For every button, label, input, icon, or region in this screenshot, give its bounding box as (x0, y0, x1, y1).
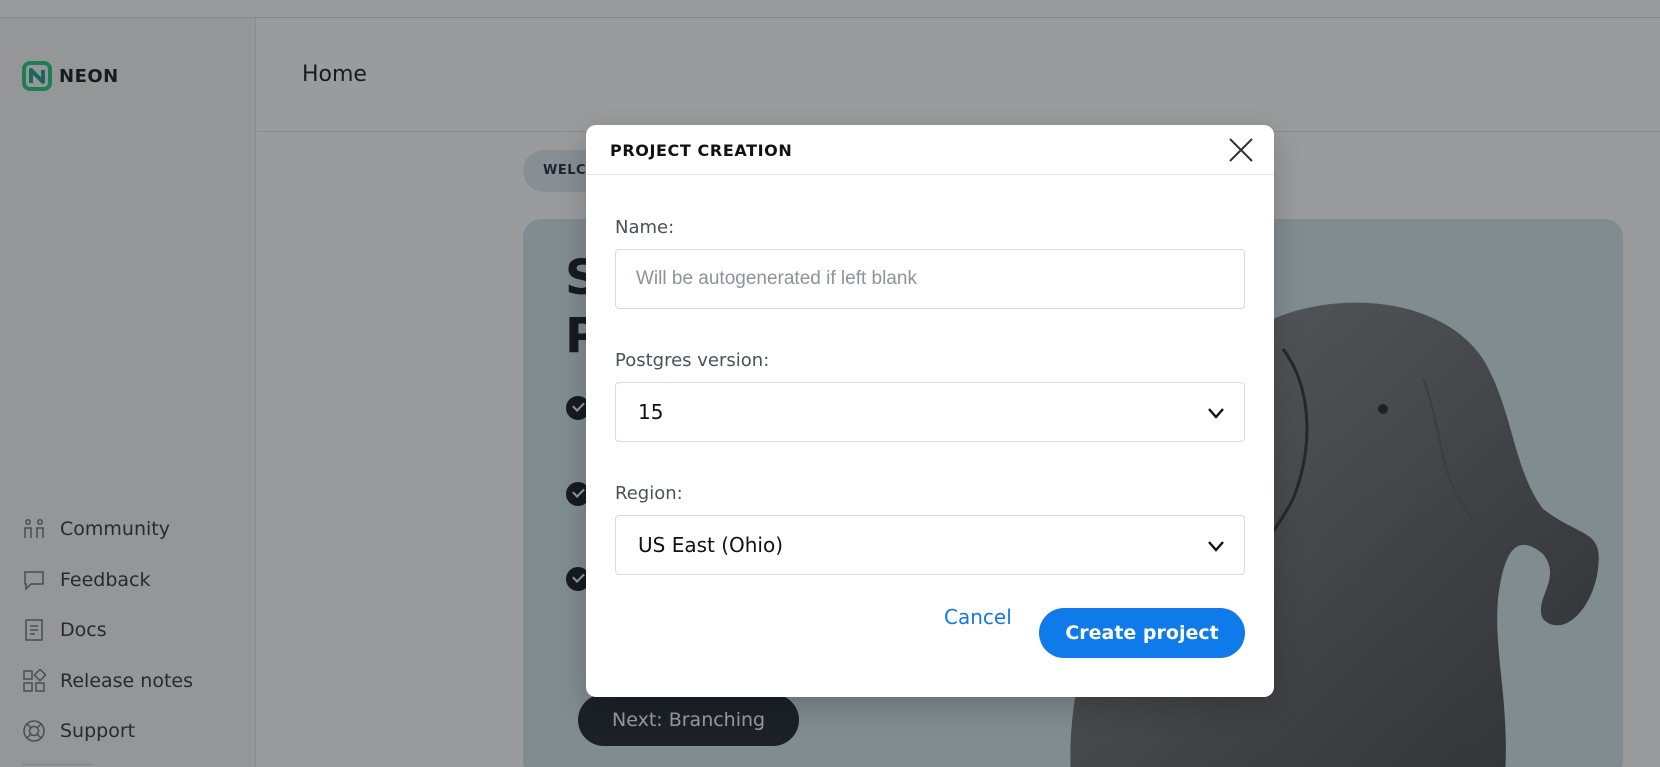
name-field-wrapper (615, 249, 1245, 309)
name-label: Name: (615, 217, 675, 238)
modal-title: PROJECT CREATION (610, 141, 793, 160)
close-icon[interactable] (1228, 137, 1254, 163)
postgres-version-select[interactable]: 15 (615, 382, 1245, 442)
chevron-down-icon (1208, 408, 1224, 419)
modal-header: PROJECT CREATION (586, 125, 1274, 175)
chevron-down-icon (1208, 541, 1224, 552)
name-input[interactable] (636, 268, 1244, 290)
region-value: US East (Ohio) (638, 533, 784, 557)
postgres-version-label: Postgres version: (615, 350, 770, 371)
postgres-version-value: 15 (638, 400, 664, 424)
create-project-button[interactable]: Create project (1039, 608, 1245, 658)
project-creation-modal: PROJECT CREATION Name: Postgres version:… (586, 125, 1274, 697)
region-select[interactable]: US East (Ohio) (615, 515, 1245, 575)
cancel-button[interactable]: Cancel (944, 605, 1012, 629)
region-label: Region: (615, 483, 683, 504)
